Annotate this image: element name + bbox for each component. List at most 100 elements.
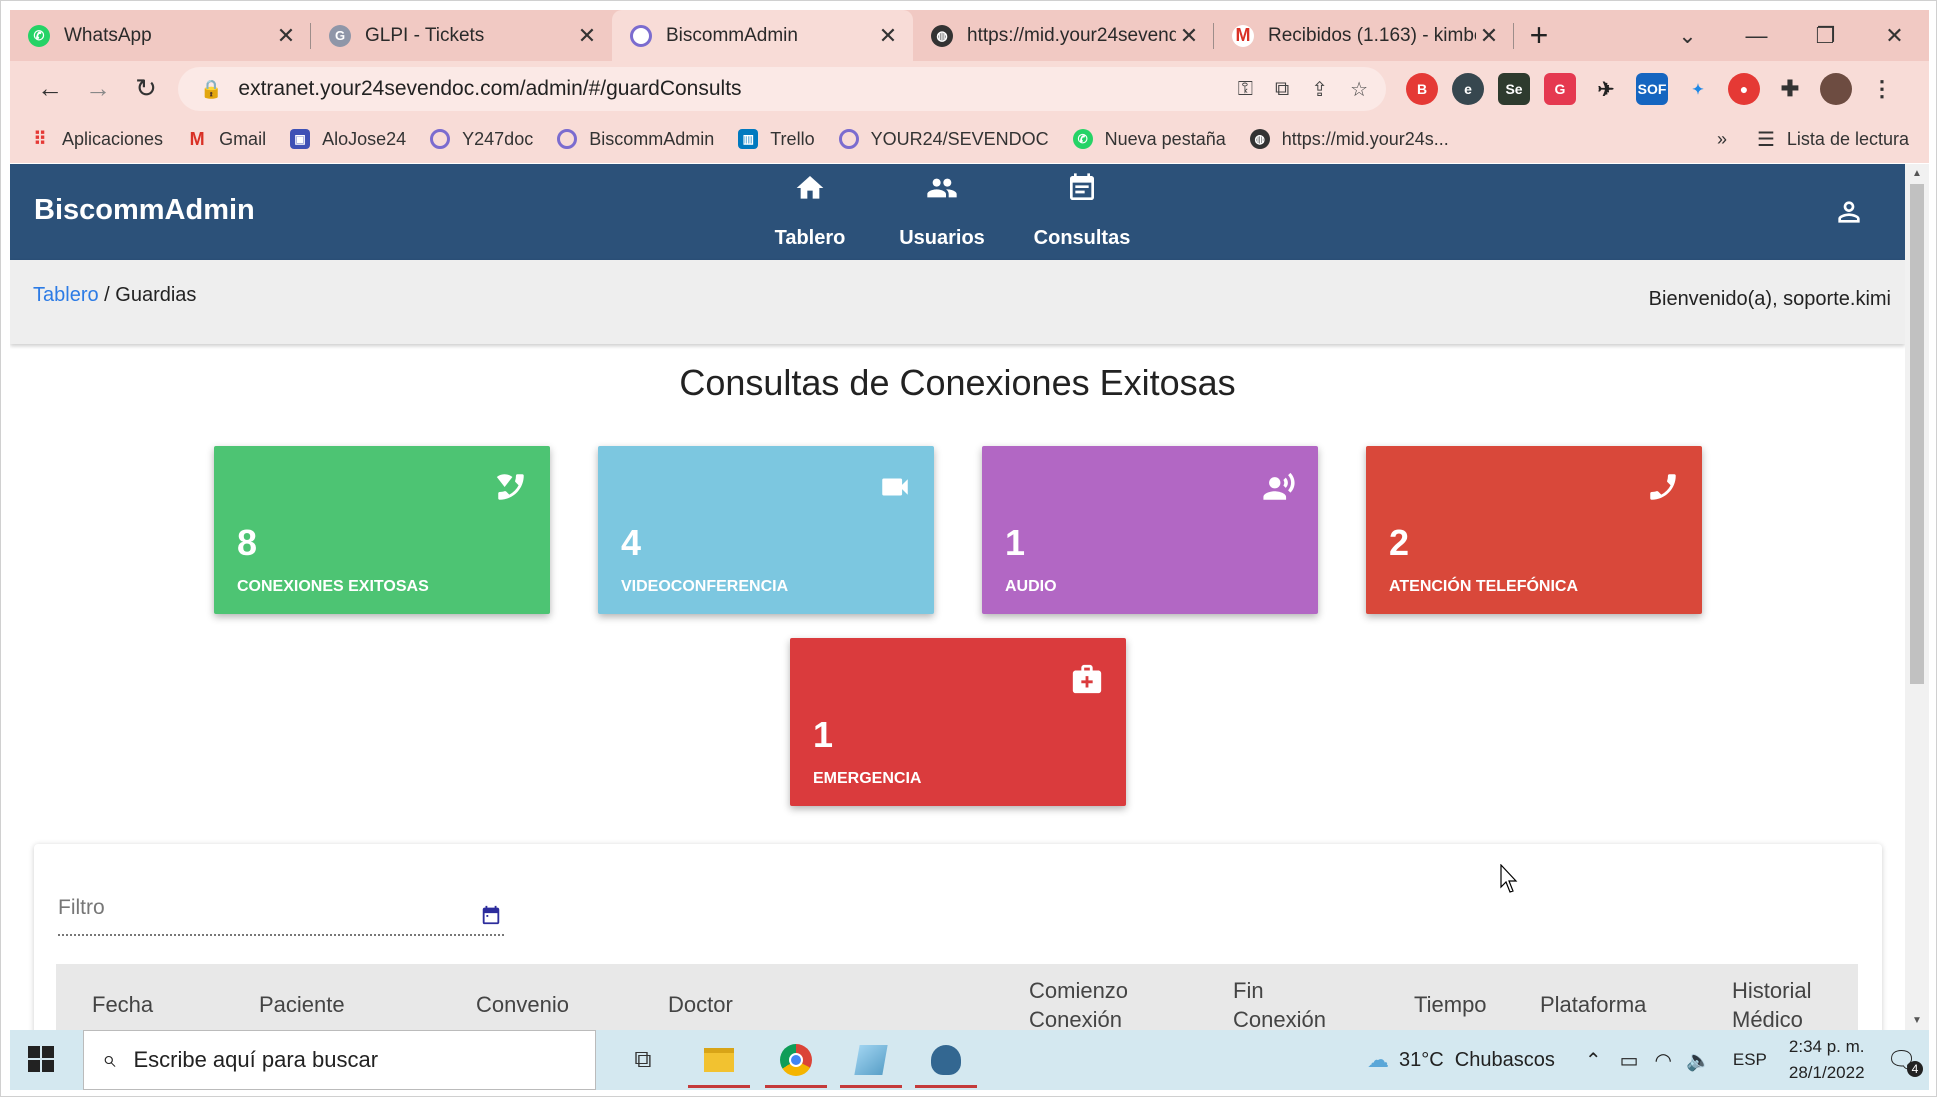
browser-tab-active[interactable]: BiscommAdmin ✕ (612, 10, 913, 61)
clock[interactable]: 2:34 p. m. 28/1/2022 (1789, 1034, 1865, 1086)
tab-title: BiscommAdmin (666, 24, 798, 46)
close-window-icon[interactable]: ✕ (1860, 10, 1929, 61)
nav-usuarios[interactable]: Usuarios (899, 164, 985, 260)
volume-icon[interactable]: 🔈 (1686, 1048, 1711, 1073)
mouse-cursor-icon (1500, 864, 1518, 893)
bookmark-item[interactable]: ▣ AloJose24 (290, 129, 406, 150)
star-icon[interactable]: ☆ (1350, 77, 1368, 102)
minimize-icon[interactable]: — (1722, 10, 1791, 61)
taskbar-search-input[interactable] (133, 1047, 554, 1073)
notification-center-icon[interactable]: 🗨 4 (1887, 1046, 1923, 1077)
card-value: 1 (1005, 522, 1026, 563)
column-header-convenio[interactable]: Convenio (476, 990, 569, 1019)
extension-icon[interactable]: e (1452, 73, 1484, 105)
battery-icon[interactable]: ▭ (1620, 1048, 1639, 1073)
browser-tab[interactable]: G GLPI - Tickets ✕ (311, 10, 612, 61)
lock-icon: 🔒 (200, 78, 223, 99)
share-icon[interactable]: ⇪ (1311, 77, 1328, 102)
tab-close-icon[interactable]: ✕ (574, 23, 600, 49)
extension-icon[interactable]: ✈ (1590, 73, 1622, 105)
postgresql-icon[interactable] (915, 1030, 977, 1090)
stat-card-audio[interactable]: 1 AUDIO (982, 446, 1318, 614)
bookmark-item[interactable]: M Gmail (187, 129, 267, 150)
user-menu-button[interactable] (1833, 196, 1865, 228)
windows-start-icon[interactable] (28, 1046, 56, 1074)
bookmark-item[interactable]: ▥ Trello (738, 128, 815, 150)
tab-search-icon[interactable]: ⌄ (1653, 10, 1722, 61)
task-view-icon[interactable]: ⧉ (612, 1030, 674, 1090)
breadcrumb-link-tablero[interactable]: Tablero (33, 284, 99, 306)
taskbar-search[interactable]: ⌕ (83, 1030, 596, 1090)
tab-close-icon[interactable]: ✕ (875, 23, 901, 49)
person-icon (1833, 201, 1865, 232)
browser-tab[interactable]: M Recibidos (1.163) - kimbe ✕ (1214, 10, 1514, 61)
bookmarks-overflow-icon[interactable]: » (1717, 129, 1727, 150)
nav-consultas[interactable]: Consultas (1034, 164, 1130, 260)
back-icon[interactable]: ← (26, 66, 74, 110)
reload-icon[interactable]: ↻ (122, 66, 170, 110)
extension-icon[interactable]: B (1406, 73, 1438, 105)
forward-icon[interactable]: → (74, 66, 122, 110)
bookmark-item[interactable]: YOUR24/SEVENDOC (838, 129, 1049, 150)
column-header-doctor[interactable]: Doctor (668, 990, 733, 1019)
extension-icon[interactable]: SOF (1636, 73, 1668, 105)
tab-close-icon[interactable]: ✕ (273, 23, 299, 49)
bookmark-label: BiscommAdmin (589, 128, 715, 149)
column-header-historial-medico[interactable]: Historial Médico (1732, 976, 1811, 1030)
extension-icon[interactable]: G (1544, 73, 1576, 105)
language-indicator[interactable]: ESP (1733, 1050, 1767, 1070)
page-scrollbar[interactable]: ▲ ▼ (1905, 164, 1929, 1030)
wifi-icon[interactable]: ◠ (1655, 1048, 1672, 1073)
extension-icon[interactable]: Se (1498, 73, 1530, 105)
bookmark-item[interactable]: BiscommAdmin (557, 129, 714, 150)
browser-tab-strip: ✆ WhatsApp ✕ G GLPI - Tickets ✕ BiscommA… (10, 10, 1929, 61)
bookmark-item[interactable]: Y247doc (430, 129, 533, 150)
page-title: Consultas de Conexiones Exitosas (679, 362, 1236, 403)
filter-field[interactable] (58, 896, 504, 936)
breadcrumb-separator: / (98, 284, 116, 306)
column-header-tiempo[interactable]: Tiempo (1414, 990, 1487, 1019)
column-header-plataforma[interactable]: Plataforma (1540, 990, 1646, 1019)
date-picker-icon[interactable] (480, 904, 502, 926)
column-header-fin-conexion[interactable]: Fin Conexión (1233, 976, 1326, 1030)
bookmark-item[interactable]: ◍ https://mid.your24s... (1249, 129, 1449, 150)
restore-icon[interactable]: ❐ (1791, 10, 1860, 61)
column-header-fecha[interactable]: Fecha (92, 990, 153, 1019)
tray-expand-icon[interactable]: ⌃ (1585, 1048, 1602, 1073)
new-tab-button[interactable]: + (1514, 10, 1564, 61)
address-bar[interactable]: 🔒 extranet.your24sevendoc.com/admin/#/gu… (178, 67, 1386, 111)
puzzle-icon[interactable]: ✚ (1774, 73, 1806, 105)
translate-icon[interactable]: ⧉ (1275, 78, 1289, 101)
tab-close-icon[interactable]: ✕ (1176, 23, 1202, 49)
stat-card-videoconferencia[interactable]: 4 VIDEOCONFERENCIA (598, 446, 934, 614)
scroll-down-icon[interactable]: ▼ (1905, 1015, 1929, 1026)
reading-list-button[interactable]: ☰ Lista de lectura (1757, 127, 1909, 152)
bookmark-label: Trello (770, 128, 815, 149)
record-voice-icon (1262, 470, 1296, 504)
menu-icon[interactable]: ⋮ (1866, 73, 1898, 105)
browser-tab[interactable]: ◍ https://mid.your24sevend ✕ (913, 10, 1214, 61)
weather-icon[interactable]: ☁ (1367, 1047, 1389, 1073)
nav-tablero[interactable]: Tablero (770, 164, 850, 260)
extension-icon[interactable]: ● (1728, 73, 1760, 105)
bookmark-item[interactable]: ⠿ Aplicaciones (30, 129, 163, 150)
stat-card-atencion-telefonica[interactable]: 2 ATENCIÓN TELEFÓNICA (1366, 446, 1702, 614)
key-icon[interactable]: ⚿ (1238, 78, 1253, 101)
file-explorer-icon[interactable] (688, 1030, 750, 1090)
stat-card-emergencia[interactable]: 1 EMERGENCIA (790, 638, 1126, 806)
browser-tab[interactable]: ✆ WhatsApp ✕ (10, 10, 311, 61)
column-header-paciente[interactable]: Paciente (259, 990, 345, 1019)
avatar[interactable] (1820, 73, 1852, 105)
scrollbar-thumb[interactable] (1910, 184, 1924, 684)
extension-icon[interactable]: ✦ (1682, 73, 1714, 105)
tab-close-icon[interactable]: ✕ (1476, 23, 1502, 49)
bookmark-item[interactable]: ✆ Nueva pestaña (1072, 129, 1226, 150)
chrome-icon[interactable] (765, 1030, 827, 1090)
filter-input[interactable] (58, 896, 458, 920)
scroll-up-icon[interactable]: ▲ (1905, 168, 1929, 179)
weather-text[interactable]: 31°C Chubascos (1399, 1049, 1555, 1072)
stat-card-conexiones[interactable]: 8 CONEXIONES EXITOSAS (214, 446, 550, 614)
brand-title[interactable]: BiscommAdmin (34, 194, 255, 227)
notes-app-icon[interactable] (840, 1030, 902, 1090)
column-header-comienzo-conexion[interactable]: Comienzo Conexión (1029, 976, 1128, 1030)
